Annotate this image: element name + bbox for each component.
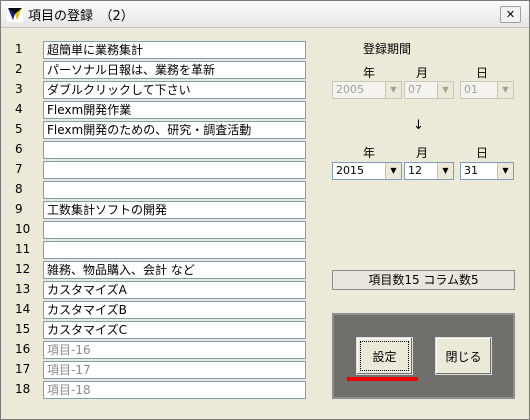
item-field-14[interactable]: カスタマイズB xyxy=(43,301,306,319)
set-button[interactable]: 設定 xyxy=(356,337,413,375)
row-number: 6 xyxy=(15,142,23,156)
to-month-label: 月 xyxy=(416,146,429,160)
window-title: 項目の登録 （2） xyxy=(28,9,134,24)
row-number: 3 xyxy=(15,82,23,96)
item-field-11[interactable] xyxy=(43,241,306,259)
item-field-10[interactable] xyxy=(43,221,306,239)
to-day-label: 日 xyxy=(476,146,489,160)
item-field-9[interactable]: 工数集計ソフトの開発 xyxy=(43,201,306,219)
title-bar: 項目の登録 （2） ✕ xyxy=(1,1,529,28)
from-month-select: 07 ▼ xyxy=(404,81,454,99)
button-panel: 設定 閉じる xyxy=(332,313,515,399)
row-number: 9 xyxy=(15,202,23,216)
item-field-3[interactable]: ダブルクリックして下さい xyxy=(43,81,306,99)
row-number: 16 xyxy=(15,342,31,356)
chevron-down-icon[interactable]: ▼ xyxy=(385,163,401,179)
chevron-down-icon: ▼ xyxy=(497,82,513,98)
item-field-17[interactable]: 項目-17 xyxy=(43,361,306,379)
from-year-select: 2005 ▼ xyxy=(332,81,402,99)
row-number: 8 xyxy=(15,182,23,196)
item-field-6[interactable] xyxy=(43,141,306,159)
app-icon xyxy=(7,6,23,22)
item-field-8[interactable] xyxy=(43,181,306,199)
chevron-down-icon[interactable]: ▼ xyxy=(437,163,453,179)
to-month-select[interactable]: 12 ▼ xyxy=(404,162,454,180)
down-arrow-icon: ↓ xyxy=(413,118,424,133)
item-field-12[interactable]: 雑務、物品購入、会計 など xyxy=(43,261,306,279)
item-field-7[interactable] xyxy=(43,161,306,179)
item-field-5[interactable]: Flexm開発のための、研究・調査活動 xyxy=(43,121,306,139)
to-day-select[interactable]: 31 ▼ xyxy=(460,162,514,180)
from-day-label: 日 xyxy=(476,66,489,80)
item-field-16[interactable]: 項目-16 xyxy=(43,341,306,359)
status-summary: 項目数15 コラム数5 xyxy=(332,270,515,290)
highlight-underline xyxy=(347,377,418,381)
item-field-2[interactable]: パーソナル日報は、業務を革新 xyxy=(43,61,306,79)
to-year-label: 年 xyxy=(363,146,376,160)
row-number: 18 xyxy=(15,382,31,396)
chevron-down-icon[interactable]: ▼ xyxy=(497,163,513,179)
row-number: 17 xyxy=(15,362,31,376)
close-button[interactable]: 閉じる xyxy=(435,337,492,375)
from-day-select: 01 ▼ xyxy=(460,81,514,99)
row-number: 2 xyxy=(15,62,23,76)
row-number: 5 xyxy=(15,122,23,136)
chevron-down-icon: ▼ xyxy=(437,82,453,98)
item-field-4[interactable]: Flexm開発作業 xyxy=(43,101,306,119)
row-number: 13 xyxy=(15,282,31,296)
item-field-1[interactable]: 超簡単に業務集計 xyxy=(43,41,306,59)
row-number: 11 xyxy=(15,242,31,256)
item-field-13[interactable]: カスタマイズA xyxy=(43,281,306,299)
item-field-15[interactable]: カスタマイズC xyxy=(43,321,306,339)
close-icon[interactable]: ✕ xyxy=(500,6,521,23)
period-title: 登録期間 xyxy=(363,42,412,56)
to-year-select[interactable]: 2015 ▼ xyxy=(332,162,402,180)
row-number: 7 xyxy=(15,162,23,176)
item-field-18[interactable]: 項目-18 xyxy=(43,381,306,399)
from-year-label: 年 xyxy=(363,66,376,80)
row-number: 1 xyxy=(15,42,23,56)
chevron-down-icon: ▼ xyxy=(385,82,401,98)
row-number: 15 xyxy=(15,322,31,336)
row-number: 14 xyxy=(15,302,31,316)
row-number: 10 xyxy=(15,222,31,236)
registration-dialog: 項目の登録 （2） ✕ 1 超簡単に業務集計 2 パーソナル日報は、業務を革新 3 ダブル… xyxy=(0,0,530,420)
row-number: 4 xyxy=(15,102,23,116)
from-month-label: 月 xyxy=(416,66,429,80)
row-number: 12 xyxy=(15,262,31,276)
